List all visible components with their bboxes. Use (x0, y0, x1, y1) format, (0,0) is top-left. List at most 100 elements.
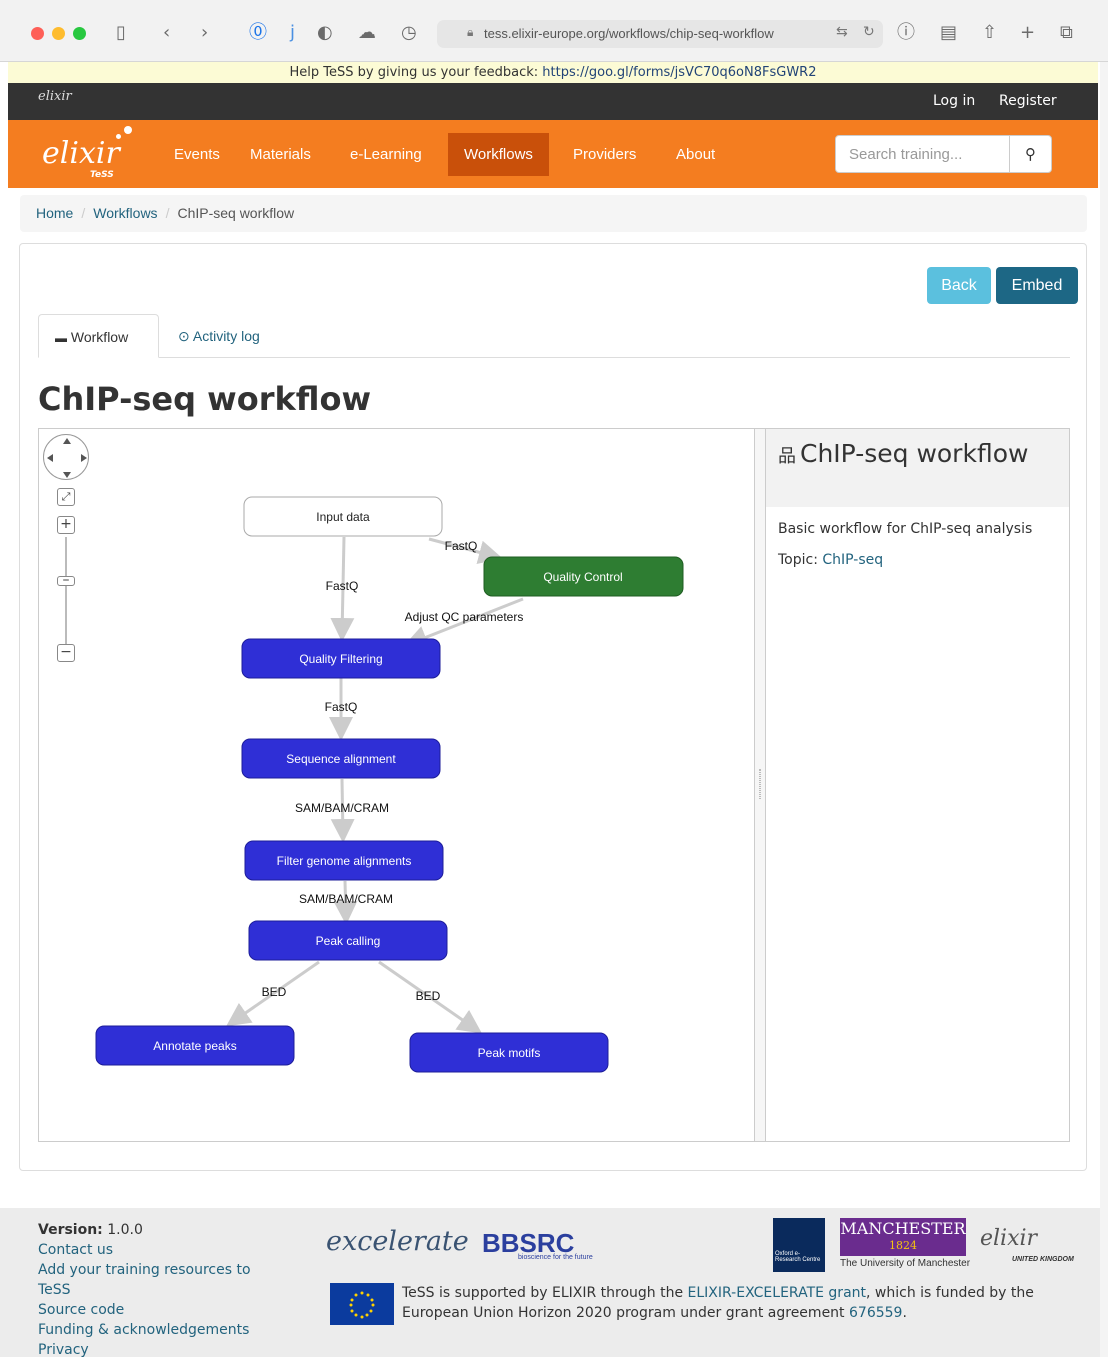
register-link[interactable]: Register (999, 93, 1057, 109)
node-alignment (241, 738, 441, 779)
node-filtering (241, 638, 441, 679)
edge-label: BED (416, 989, 441, 1003)
lock-icon: 🔒︎ (467, 25, 474, 39)
privacy-link[interactable]: Privacy (38, 1340, 268, 1357)
slider-grip-icon: – (62, 572, 70, 588)
contact-link[interactable]: Contact us (38, 1240, 268, 1260)
edge-alignment-filter (330, 778, 355, 843)
workflow-graph: Input data Quality Control Quality Filte… (95, 496, 684, 1073)
tab-workflow[interactable]: ▬ Workflow (38, 314, 159, 358)
node-motifs (409, 1032, 609, 1073)
translate-icon[interactable]: ⇆ (836, 24, 848, 40)
minimize-window-button[interactable] (52, 27, 65, 40)
cloud-icon[interactable]: ☁ (358, 22, 376, 44)
oxford-logo[interactable] (773, 1218, 825, 1272)
search-button[interactable]: ⚲ (1009, 135, 1052, 173)
fit-view-button[interactable]: ⤢ (57, 488, 75, 506)
search-icon: ⚲ (1025, 145, 1036, 163)
version-value: 1.0.0 (107, 1222, 143, 1238)
zoom-slider-handle[interactable]: – (57, 573, 75, 587)
password-manager-icon[interactable]: ⓪ (249, 22, 267, 44)
elixir-uk-logo[interactable]: elixir (980, 1226, 1037, 1251)
forward-arrow-icon[interactable]: › (201, 22, 208, 44)
print-icon[interactable]: ▤ (940, 22, 957, 44)
back-button[interactable]: Back (927, 267, 991, 304)
feedback-link[interactable]: https://goo.gl/forms/jsVC70q6oN8FsGWR2 (542, 65, 816, 80)
manchester-year: 1824 (889, 1239, 917, 1252)
info-icon[interactable]: ⓘ (897, 22, 915, 44)
excelerate-logo[interactable]: excelerate (326, 1226, 469, 1257)
zoom-slider-track[interactable] (65, 537, 67, 647)
edge-label: BED (262, 985, 287, 999)
add-resources-link[interactable]: Add your training resources to TeSS (38, 1260, 268, 1300)
feedback-banner: Help TeSS by giving us your feedback: ht… (8, 62, 1098, 83)
edge-qc-filtering (403, 597, 524, 649)
node-annotate-label: Annotate peaks (153, 1039, 236, 1053)
page-title: ChIP-seq workflow (38, 380, 372, 418)
browser-toolbar: ▯ ‹ › ⓪ j ◐ ☁ ◷ 🔒︎ tess.elixir-europe.or… (0, 0, 1108, 62)
breadcrumb-workflows[interactable]: Workflows (93, 205, 157, 221)
sidebar-toggle-icon[interactable]: ▯ (116, 22, 126, 44)
extension-j-icon[interactable]: j (290, 22, 295, 44)
nav-item-events[interactable]: Events (158, 133, 236, 176)
panel-resize-handle[interactable] (755, 428, 765, 1142)
zoom-in-button[interactable]: + (57, 516, 75, 534)
shield-icon[interactable]: ◐ (317, 22, 333, 44)
topic-link[interactable]: ChIP-seq (822, 552, 883, 568)
node-peak-calling-label: Peak calling (316, 934, 381, 948)
share-icon[interactable]: ⇧ (982, 22, 997, 44)
address-bar[interactable]: 🔒︎ tess.elixir-europe.org/workflows/chip… (437, 20, 883, 48)
back-arrow-icon[interactable]: ‹ (163, 22, 170, 44)
tab-bar: ▬ Workflow ⊙ Activity log (38, 314, 1070, 358)
node-alignment-label: Sequence alignment (286, 752, 396, 766)
nav-item-providers[interactable]: Providers (557, 133, 652, 176)
elixir-mini-logo[interactable]: elixir (38, 89, 72, 104)
minus-icon: − (60, 644, 72, 660)
workflow-topic: Topic: ChIP-seq (778, 552, 883, 568)
logo-dot-small (116, 134, 121, 139)
search-input[interactable]: Search training... (835, 135, 1010, 173)
manchester-name: MANCHESTER (840, 1219, 966, 1238)
nav-item-workflows[interactable]: Workflows (448, 133, 549, 176)
logo-text: elixir (42, 136, 120, 171)
edge-label: FastQ (325, 700, 358, 714)
version-label: Version: (38, 1222, 103, 1238)
new-tab-icon[interactable]: + (1020, 22, 1035, 44)
grant-link[interactable]: ELIXIR-EXCELERATE grant (688, 1285, 866, 1301)
nav-item-materials[interactable]: Materials (234, 133, 327, 176)
zoom-out-button[interactable]: − (57, 644, 75, 662)
node-input-label: Input data (316, 510, 370, 524)
edge-peak-annotate (226, 960, 320, 1027)
grant-number-link[interactable]: 676559 (849, 1305, 902, 1321)
logo-subtext: TeSS (90, 170, 114, 180)
nav-item-about[interactable]: About (660, 133, 731, 176)
node-qc-label: Quality Control (543, 570, 622, 584)
history-clock-icon[interactable]: ◷ (401, 22, 417, 44)
tess-logo[interactable]: elixir TeSS (38, 126, 148, 186)
workflow-diagram[interactable]: ⤢ + – − Input data Quality Control Quali… (38, 428, 755, 1142)
source-code-link[interactable]: Source code (38, 1300, 268, 1320)
close-window-button[interactable] (31, 27, 44, 40)
tab-activity-log[interactable]: ⊙ Activity log (162, 314, 276, 358)
tab-overview-icon[interactable]: ⧉ (1060, 22, 1073, 44)
eu-flag-icon (330, 1283, 394, 1325)
main-navigation: elixir TeSS Events Materials e-Learning … (8, 120, 1098, 188)
manchester-logo[interactable]: MANCHESTER 1824 (840, 1218, 966, 1256)
edge-peak-motifs (378, 960, 482, 1034)
reload-icon[interactable]: ↻ (863, 24, 875, 40)
footer-info: Version: 1.0.0 Contact us Add your train… (38, 1220, 268, 1357)
pan-control[interactable] (43, 434, 89, 480)
scrollbar-track[interactable] (1100, 62, 1108, 1357)
edge-filter-peak (333, 880, 358, 925)
maximize-window-button[interactable] (73, 27, 86, 40)
nav-item-e-learning[interactable]: e-Learning (334, 133, 438, 176)
sitemap-icon: 品 (778, 446, 796, 467)
support-text-1: TeSS is supported by ELIXIR through the (402, 1285, 688, 1301)
login-link[interactable]: Log in (933, 93, 975, 109)
clock-icon: ⊙ (178, 328, 190, 344)
sidebar-header: 品 ChIP-seq workflow (766, 429, 1069, 507)
funding-link[interactable]: Funding & acknowledgements (38, 1320, 268, 1340)
embed-button[interactable]: Embed (996, 267, 1078, 304)
node-qc (483, 556, 684, 597)
breadcrumb-home[interactable]: Home (36, 205, 73, 221)
